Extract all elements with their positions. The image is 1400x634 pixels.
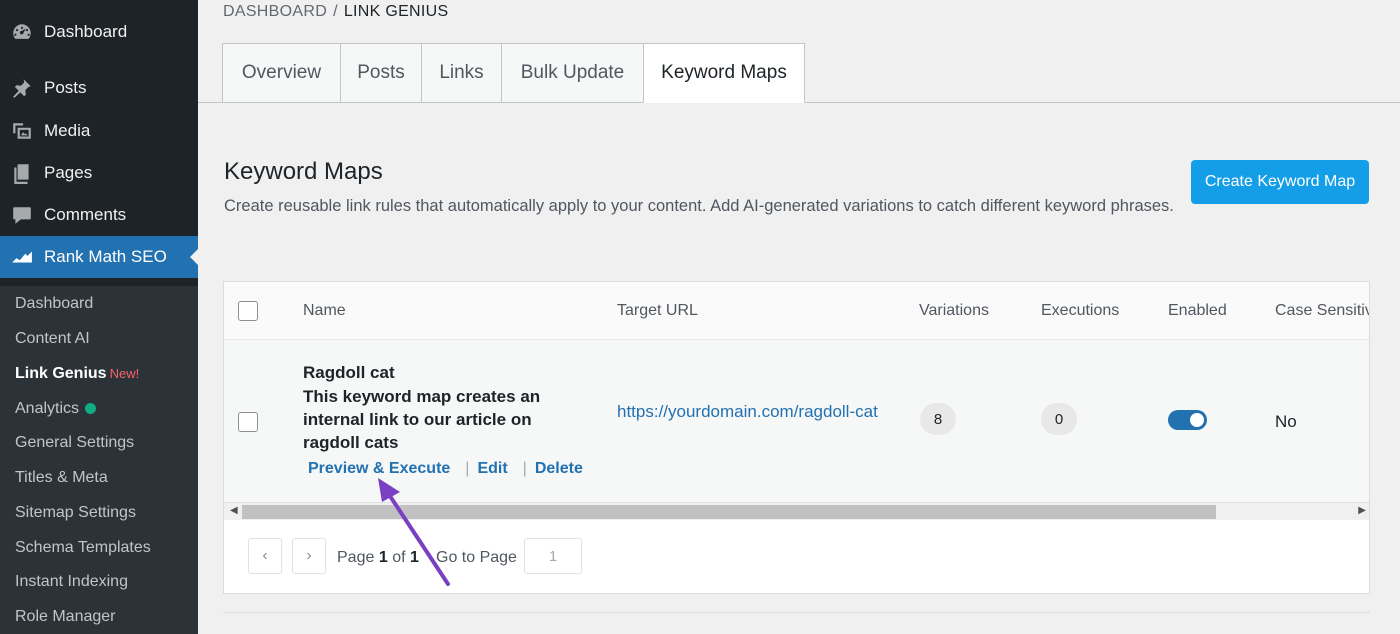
menu-comments[interactable]: Comments <box>0 194 198 236</box>
menu-media[interactable]: Media <box>0 110 198 152</box>
dashboard-icon <box>10 20 34 44</box>
row-actions: Preview & Execute | Edit | Delete <box>308 460 583 478</box>
edit-link[interactable]: Edit <box>477 460 507 478</box>
page-indicator: Page 1 of 1 <box>337 549 419 567</box>
submenu-label: Analytics <box>15 400 80 417</box>
submenu-schema-templates[interactable]: Schema Templates <box>15 536 151 560</box>
submenu-content-ai[interactable]: Content AI <box>15 327 90 351</box>
submenu-dashboard[interactable]: Dashboard <box>15 292 93 316</box>
current-page: 1 <box>378 549 388 566</box>
menu-label: Comments <box>44 205 127 224</box>
menu-pages[interactable]: Pages <box>0 152 198 194</box>
executions-count-badge: 0 <box>1041 403 1077 435</box>
variations-count-badge: 8 <box>920 403 956 435</box>
column-header-executions[interactable]: Executions <box>1041 302 1119 320</box>
menu-dashboard[interactable]: Dashboard <box>0 11 198 53</box>
horizontal-scrollbar[interactable]: ◀ ▶ <box>224 502 1369 520</box>
menu-label: Rank Math SEO <box>44 247 167 266</box>
action-separator: | <box>522 460 527 477</box>
keyword-map-name: Ragdoll cat <box>303 363 395 382</box>
media-icon <box>10 119 34 143</box>
submenu-titles-meta[interactable]: Titles & Meta <box>15 466 108 490</box>
scroll-right-icon[interactable]: ▶ <box>1358 505 1366 516</box>
page-title: Keyword Maps <box>224 158 383 185</box>
menu-label: Posts <box>44 78 87 97</box>
tab-overview[interactable]: Overview <box>222 43 340 103</box>
column-header-case-sensitive[interactable]: Case Sensitiv <box>1275 302 1369 320</box>
column-header-enabled[interactable]: Enabled <box>1168 302 1227 320</box>
page-description: Create reusable link rules that automati… <box>224 197 1174 215</box>
breadcrumb-parent[interactable]: DASHBOARD <box>223 3 327 20</box>
delete-link[interactable]: Delete <box>535 460 583 478</box>
page-label: Page <box>337 549 375 566</box>
rank-math-submenu: Dashboard Content AI Link Genius New! Ana… <box>0 286 198 634</box>
target-url-link[interactable]: https://yourdomain.com/ragdoll-cat <box>617 400 887 423</box>
admin-sidebar: Dashboard Posts Media Pages Comments Ran… <box>0 0 198 634</box>
menu-posts[interactable]: Posts <box>0 67 198 109</box>
rank-math-icon <box>10 245 34 269</box>
content-divider <box>223 612 1370 613</box>
breadcrumb-current: LINK GENIUS <box>343 3 449 20</box>
breadcrumb-separator: / <box>333 3 338 20</box>
submenu-link-genius[interactable]: Link Genius New! <box>15 362 139 386</box>
new-badge: New! <box>109 366 140 381</box>
pages-icon <box>10 161 34 185</box>
status-dot-icon <box>85 403 97 414</box>
keyword-maps-table: Name Target URL Variations Executions En… <box>223 281 1370 594</box>
submenu-general-settings[interactable]: General Settings <box>15 431 134 455</box>
column-header-variations[interactable]: Variations <box>919 302 989 320</box>
breadcrumb: DASHBOARD / LINK GENIUS <box>223 3 448 21</box>
submenu-analytics[interactable]: Analytics <box>15 397 97 421</box>
toggle-knob <box>1190 413 1204 427</box>
total-pages: 1 <box>409 549 419 566</box>
select-all-checkbox[interactable] <box>238 301 258 321</box>
table-row: Ragdoll cat This keyword map creates an … <box>224 340 1369 502</box>
pin-icon <box>10 76 34 100</box>
go-to-page-label: Go to Page <box>436 549 517 566</box>
action-separator: | <box>465 460 470 477</box>
menu-label: Dashboard <box>44 22 128 41</box>
menu-label: Media <box>44 121 91 140</box>
scrollbar-thumb[interactable] <box>242 505 1216 519</box>
create-keyword-map-button[interactable]: Create Keyword Map <box>1191 160 1369 204</box>
tab-links[interactable]: Links <box>421 43 501 103</box>
enabled-toggle[interactable] <box>1168 410 1207 430</box>
submenu-sitemap-settings[interactable]: Sitemap Settings <box>15 501 136 525</box>
preview-execute-link[interactable]: Preview & Execute <box>308 460 450 478</box>
prev-page-button[interactable]: ‹ <box>248 538 282 574</box>
next-page-button[interactable]: › <box>292 538 326 574</box>
row-checkbox[interactable] <box>238 412 258 432</box>
submenu-role-manager[interactable]: Role Manager <box>15 605 116 629</box>
active-indicator <box>190 249 198 265</box>
submenu-label: Link Genius <box>15 365 107 382</box>
menu-label: Pages <box>44 163 93 182</box>
column-header-name[interactable]: Name <box>303 302 346 320</box>
scroll-left-icon[interactable]: ◀ <box>230 505 238 516</box>
of-label: of <box>392 549 406 566</box>
column-header-target-url[interactable]: Target URL <box>617 302 698 320</box>
tab-bulk-update[interactable]: Bulk Update <box>501 43 643 103</box>
comment-icon <box>10 203 34 227</box>
tab-keyword-maps[interactable]: Keyword Maps <box>643 43 805 103</box>
tab-posts[interactable]: Posts <box>340 43 421 103</box>
pagination: ‹ › Page 1 of 1 Go to Page 1 <box>224 520 1369 593</box>
submenu-instant-indexing[interactable]: Instant Indexing <box>15 570 128 594</box>
table-header: Name Target URL Variations Executions En… <box>224 282 1369 340</box>
menu-rank-math-seo[interactable]: Rank Math SEO <box>0 236 198 278</box>
go-to-page-input[interactable]: 1 <box>524 538 582 574</box>
case-sensitive-value: No <box>1275 412 1297 431</box>
keyword-map-description: This keyword map creates an internal lin… <box>303 387 541 452</box>
